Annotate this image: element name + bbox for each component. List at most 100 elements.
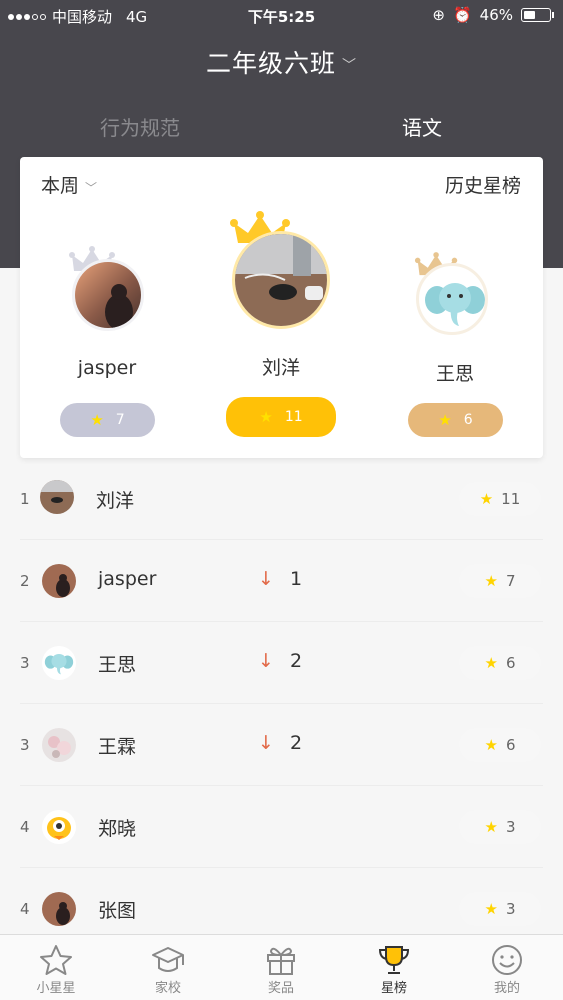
score-pill: ★ 7: [60, 403, 155, 437]
smiley-icon: [492, 945, 522, 975]
cat-photo-icon: [42, 892, 76, 926]
avatar: [416, 263, 488, 335]
star-icon: [40, 945, 72, 975]
score-badge: ★ 7: [459, 564, 541, 598]
rank-number: 4: [20, 900, 30, 918]
tab-label: 小星星: [36, 981, 76, 996]
tab-star-ranking[interactable]: 星榜: [338, 935, 450, 1000]
status-bar: 中国移动 4G 下午5:25 ⊕ ⏰ 46%: [0, 0, 563, 30]
alarm-icon: ⏰: [452, 6, 472, 24]
student-name: 刘洋: [96, 490, 135, 512]
student-name: 王霖: [98, 736, 137, 758]
gift-icon: [267, 947, 295, 975]
rank-down-arrow-icon: ↓: [258, 650, 274, 672]
desk-photo-icon: [235, 234, 327, 326]
avatar: [42, 564, 76, 598]
student-name: 郑晓: [98, 818, 137, 840]
score-badge: ★ 6: [459, 728, 541, 762]
rank-number: 3: [20, 654, 30, 672]
tab-mine[interactable]: 我的: [451, 935, 563, 1000]
avatar: [42, 646, 76, 680]
rank-number: 3: [20, 736, 30, 754]
star-icon: ★: [484, 818, 498, 836]
battery-icon: [521, 8, 554, 22]
score-badge: ★ 3: [459, 810, 541, 844]
history-ranking-link[interactable]: 历史星榜: [445, 171, 521, 198]
score-pill: ★ 6: [408, 403, 503, 437]
avatar: [42, 810, 76, 844]
podium-second[interactable]: jasper ★ 7: [42, 245, 172, 445]
score-value: 11: [284, 409, 303, 425]
avatar: [232, 231, 330, 329]
rank-number: 1: [20, 490, 30, 508]
trophy-icon: [378, 946, 410, 974]
tab-behavior[interactable]: 行为规范: [100, 112, 180, 141]
ranking-row[interactable]: 3 王霖 ↓ 2 ★ 6: [20, 704, 543, 786]
rank-number: 4: [20, 818, 30, 836]
bottom-tab-bar: 小星星 家校 奖品 星榜 我的: [0, 934, 563, 1000]
rank-down-arrow-icon: ↓: [258, 568, 274, 590]
tab-label: 家校: [154, 981, 181, 996]
tab-label: 我的: [493, 981, 520, 996]
top-three-card: 本周 ﹀ 历史星榜 jasper ★ 7 刘洋 ★ 11 王思 ★ 6: [20, 157, 543, 458]
score-value: 6: [505, 654, 516, 672]
avatar: [42, 892, 76, 926]
star-icon: ★: [484, 654, 498, 672]
podium-name: 刘洋: [261, 357, 300, 379]
flowers-photo-icon: [42, 728, 76, 762]
star-icon: ★: [484, 900, 498, 918]
star-icon: ★: [259, 408, 273, 426]
score-badge: ★ 3: [459, 892, 541, 926]
rank-change: 2: [290, 732, 303, 754]
score-value: 7: [505, 572, 516, 590]
chevron-down-icon: ﹀: [85, 181, 98, 195]
rotation-lock-icon: ⊕: [432, 6, 445, 24]
score-badge: ★ 11: [459, 482, 541, 516]
cat-photo-icon: [42, 564, 76, 598]
star-icon: ★: [484, 736, 498, 754]
podium-name: 王思: [435, 363, 474, 385]
chick-icon: [47, 817, 71, 840]
podium-third[interactable]: 王思 ★ 6: [390, 247, 520, 447]
ranking-row[interactable]: 4 郑晓 ★ 3: [20, 786, 543, 868]
score-value: 3: [505, 900, 516, 918]
podium-first[interactable]: 刘洋 ★ 11: [216, 209, 346, 449]
avatar: [72, 259, 144, 331]
subject-tabs: 行为规范 语文: [0, 112, 563, 142]
score-value: 6: [505, 736, 516, 754]
student-name: 王思: [98, 654, 137, 676]
tab-chinese[interactable]: 语文: [402, 112, 442, 141]
rank-change: 2: [290, 650, 303, 672]
graduation-cap-icon: [152, 947, 184, 972]
student-name: 张图: [98, 900, 137, 922]
avatar: [42, 728, 76, 762]
star-icon: ★: [438, 411, 452, 429]
rank-change: 1: [290, 568, 303, 590]
star-icon: ★: [484, 572, 498, 590]
score-value: 3: [505, 818, 516, 836]
period-selector[interactable]: 本周 ﹀: [41, 171, 97, 198]
ranking-row[interactable]: 1 刘洋 ★ 11: [20, 458, 543, 540]
rank-number: 2: [20, 572, 30, 590]
class-selector[interactable]: 二年级六班 ﹀: [0, 44, 563, 80]
score-value: 6: [463, 412, 473, 428]
cat-photo-icon: [75, 262, 141, 328]
score-badge: ★ 6: [459, 646, 541, 680]
ranking-row[interactable]: 2 jasper ↓ 1 ★ 7: [20, 540, 543, 622]
ranking-row[interactable]: 3 王思 ↓ 2 ★ 6: [20, 622, 543, 704]
star-icon: ★: [479, 490, 494, 508]
battery-percent: 46%: [479, 6, 513, 24]
elephant-icon: [425, 283, 485, 326]
period-label: 本周: [41, 175, 80, 197]
desk-photo-icon: [40, 480, 74, 514]
class-name: 二年级六班: [205, 49, 336, 78]
tab-little-star[interactable]: 小星星: [0, 935, 112, 1000]
score-pill: ★ 11: [226, 397, 336, 437]
tab-prizes[interactable]: 奖品: [225, 935, 337, 1000]
student-name: jasper: [98, 568, 157, 590]
star-icon: ★: [90, 411, 104, 429]
tab-label: 星榜: [380, 981, 407, 996]
tab-home-school[interactable]: 家校: [112, 935, 224, 1000]
chevron-down-icon: ﹀: [342, 58, 357, 74]
rank-down-arrow-icon: ↓: [258, 732, 274, 754]
